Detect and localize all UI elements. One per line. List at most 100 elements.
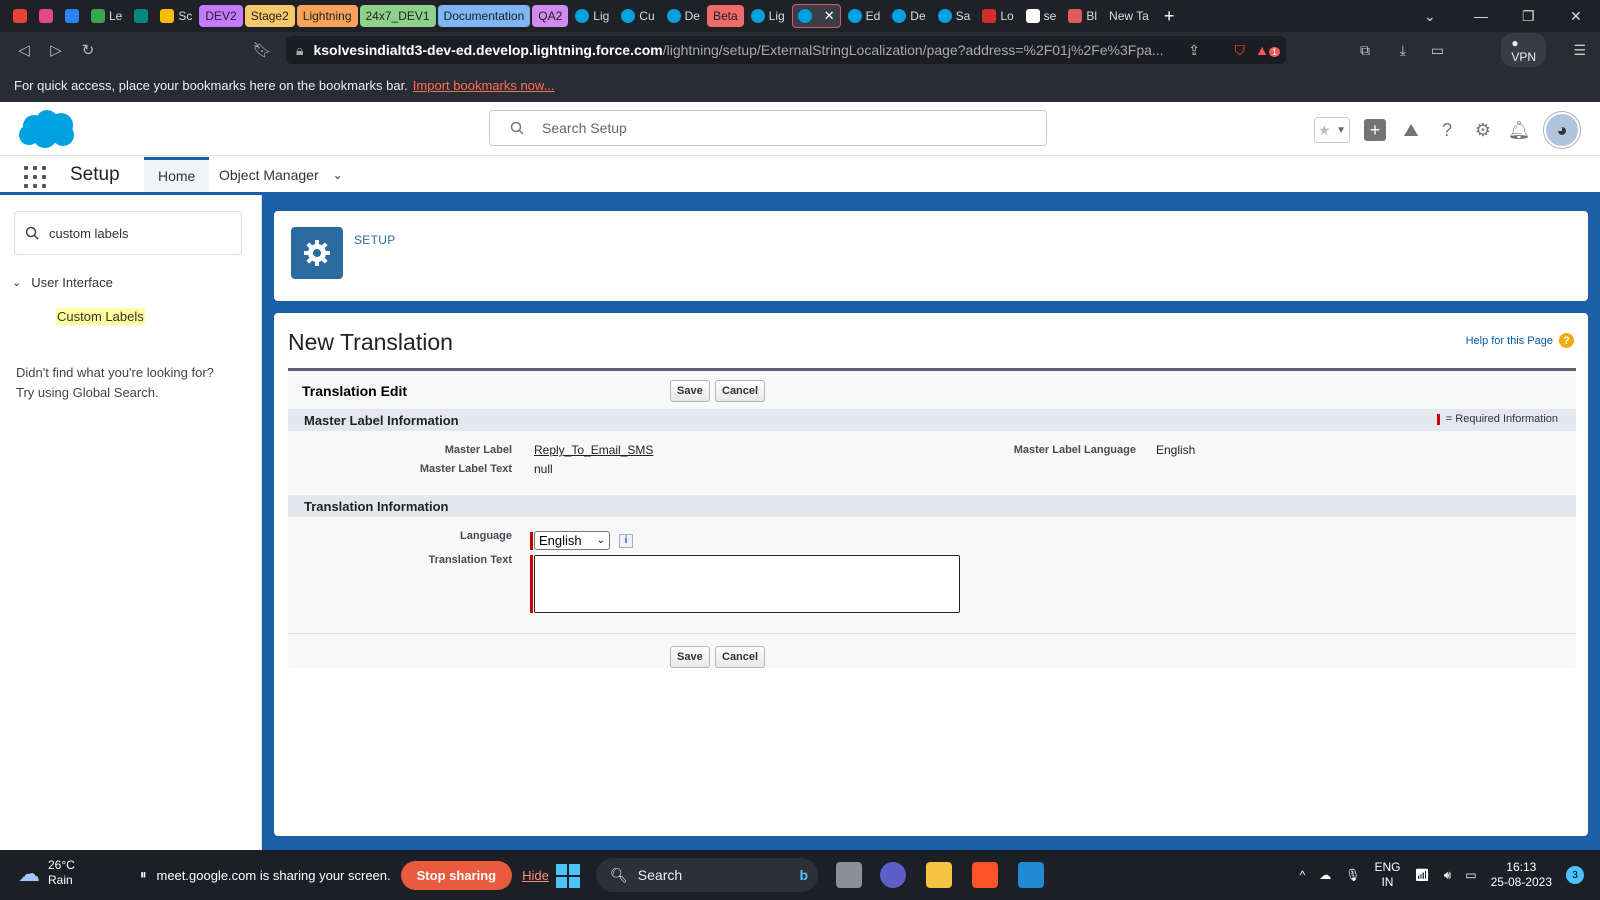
browser-tab[interactable]: De	[662, 4, 705, 28]
back-button[interactable]: ◁	[8, 41, 40, 59]
master-label-value[interactable]: Reply_To_Email_SMS	[534, 443, 653, 457]
notifications-bell-icon[interactable]: 🔔︎	[1508, 119, 1531, 141]
hide-link[interactable]: Hide	[522, 868, 549, 883]
browser-tab[interactable]: QA2	[532, 5, 569, 27]
vscode-icon[interactable]	[1018, 862, 1044, 888]
browser-tab-label: New Ta	[1109, 9, 1149, 23]
browser-tab[interactable]: Beta	[706, 5, 744, 27]
windows-start-icon[interactable]	[556, 864, 580, 888]
download-icon[interactable]: ⤓	[1400, 42, 1406, 59]
menu-icon[interactable]: ☰	[1573, 42, 1586, 59]
browser-tab[interactable]: New Ta	[1104, 4, 1154, 28]
url-host: ksolvesindialtd3-dev-ed.develop.lightnin…	[313, 42, 663, 58]
weather-widget[interactable]: ☁ 26°C Rain	[18, 858, 75, 888]
task-view-icon[interactable]	[836, 862, 862, 888]
browser-tab[interactable]	[34, 4, 58, 28]
wallet-icon[interactable]: ▭	[1431, 42, 1444, 59]
new-tab-button[interactable]: +	[1164, 6, 1175, 27]
browser-tab[interactable]: Le	[86, 4, 127, 28]
gear-icon[interactable]: ⚙	[1472, 119, 1494, 141]
drive-icon	[91, 9, 105, 23]
browser-tab[interactable]	[8, 4, 32, 28]
wifi-icon[interactable]: 📶︎	[1414, 868, 1429, 882]
close-window-button[interactable]: ✕	[1570, 0, 1582, 32]
extensions-icon[interactable]: ⧉	[1360, 42, 1370, 59]
add-icon[interactable]: +	[1364, 119, 1386, 141]
quick-find-input[interactable]: custom labels	[14, 211, 242, 255]
sidebar-group-user-interface[interactable]: ⌄ User Interface	[12, 275, 113, 290]
translation-text-wrap	[530, 555, 960, 613]
volume-icon[interactable]: 🔊︎	[1444, 868, 1452, 883]
clock[interactable]: 16:13 25-08-2023	[1491, 860, 1552, 890]
language-select[interactable]: English ⌄	[534, 531, 610, 550]
bookmark-icon[interactable]: 🔖︎	[246, 41, 278, 59]
browser-tab[interactable]: Bl	[1063, 4, 1102, 28]
battery-icon[interactable]: ▭	[1465, 868, 1476, 882]
tab-search-chevron-icon[interactable]: ⌄	[1424, 0, 1436, 32]
browser-tab[interactable]: 24x7_DEV1	[359, 5, 436, 27]
help-icon[interactable]: ?	[1436, 119, 1458, 141]
browser-tab[interactable]: Cu	[616, 4, 659, 28]
browser-tab[interactable]: DEV2	[199, 5, 243, 27]
microphone-icon[interactable]: 🎙︎	[1345, 868, 1360, 882]
browser-tab[interactable]: Lo	[977, 4, 1018, 28]
browser-tab[interactable]: Sa	[933, 4, 976, 28]
browser-tab[interactable]: ✕	[791, 4, 841, 28]
chevron-down-icon: ⌄	[12, 277, 22, 289]
sidebar-item-custom-labels[interactable]: Custom Labels	[56, 308, 145, 325]
circle-icon	[39, 9, 53, 23]
salesforce-logo[interactable]	[16, 108, 78, 150]
chevron-down-icon[interactable]: ⌄	[333, 168, 343, 182]
search-setup-input[interactable]: Search Setup	[489, 110, 1047, 146]
trailhead-icon[interactable]: ⛰	[1400, 119, 1422, 141]
browser-tab[interactable]: De	[887, 4, 930, 28]
tab-home[interactable]: Home	[144, 157, 210, 192]
browser-tab[interactable]: Lig	[570, 4, 614, 28]
tab-object-manager[interactable]: Object Manager ⌄	[205, 157, 357, 192]
app-launcher-icon[interactable]	[24, 166, 46, 188]
taskbar-search[interactable]: 🔍︎ Search b	[596, 858, 818, 892]
onedrive-icon[interactable]: ☁	[1319, 868, 1331, 882]
translation-text-area[interactable]	[534, 555, 960, 613]
browser-tab[interactable]: Lig	[746, 4, 790, 28]
cancel-button-bottom[interactable]: Cancel	[715, 646, 766, 668]
browser-tab[interactable]: se	[1021, 4, 1062, 28]
close-tab-icon[interactable]: ✕	[824, 8, 835, 24]
teams-chat-icon[interactable]	[880, 862, 906, 888]
file-explorer-icon[interactable]	[926, 862, 952, 888]
browser-tab[interactable]: Lightning	[296, 5, 358, 27]
save-button-bottom[interactable]: Save	[670, 646, 710, 668]
cancel-button[interactable]: Cancel	[715, 380, 766, 402]
github-icon	[1025, 9, 1040, 23]
browser-tab[interactable]: Sc	[155, 4, 197, 28]
minimize-button[interactable]: —	[1474, 0, 1488, 32]
help-for-this-page-link[interactable]: Help for this Page ?	[1466, 333, 1574, 348]
save-button[interactable]: Save	[670, 380, 710, 402]
section-translation-info: Translation Information	[288, 495, 1576, 517]
browser-tab[interactable]: Documentation	[437, 5, 531, 27]
browser-tab[interactable]	[129, 4, 153, 28]
brave-shield-icon[interactable]: ⛉	[1235, 42, 1246, 59]
chevron-up-icon[interactable]: ^	[1300, 868, 1306, 882]
import-bookmarks-link[interactable]: Import bookmarks now...	[413, 78, 555, 93]
share-icon[interactable]: ⇪	[1188, 42, 1200, 59]
language-indicator[interactable]: ENG IN	[1374, 860, 1400, 890]
reload-button[interactable]: ↻	[72, 41, 104, 59]
favorites-button[interactable]: ★ ▼	[1314, 117, 1350, 143]
browser-tab[interactable]	[60, 4, 84, 28]
brave-browser-icon[interactable]	[972, 862, 998, 888]
browser-tab[interactable]: Ed	[843, 4, 886, 28]
forward-button[interactable]: ▷	[40, 41, 72, 59]
brave-rewards-icon[interactable]: ▲ 1	[1255, 42, 1280, 58]
url-field[interactable]: 🔒︎ ksolvesindialtd3-dev-ed.develop.light…	[286, 36, 1286, 64]
avatar[interactable]: ◕	[1544, 112, 1580, 148]
browser-tab[interactable]: Stage2	[244, 5, 295, 27]
restore-button[interactable]: ❐	[1522, 0, 1535, 32]
language-selected-value: English	[539, 533, 582, 548]
info-icon[interactable]: i	[619, 533, 633, 548]
stop-sharing-button[interactable]: Stop sharing	[400, 860, 513, 890]
vpn-label: VPN	[1511, 50, 1536, 64]
notification-badge[interactable]: 3	[1566, 866, 1584, 884]
browser-tab-label: Documentation	[443, 9, 525, 23]
vpn-button[interactable]: ● VPN	[1501, 33, 1546, 67]
